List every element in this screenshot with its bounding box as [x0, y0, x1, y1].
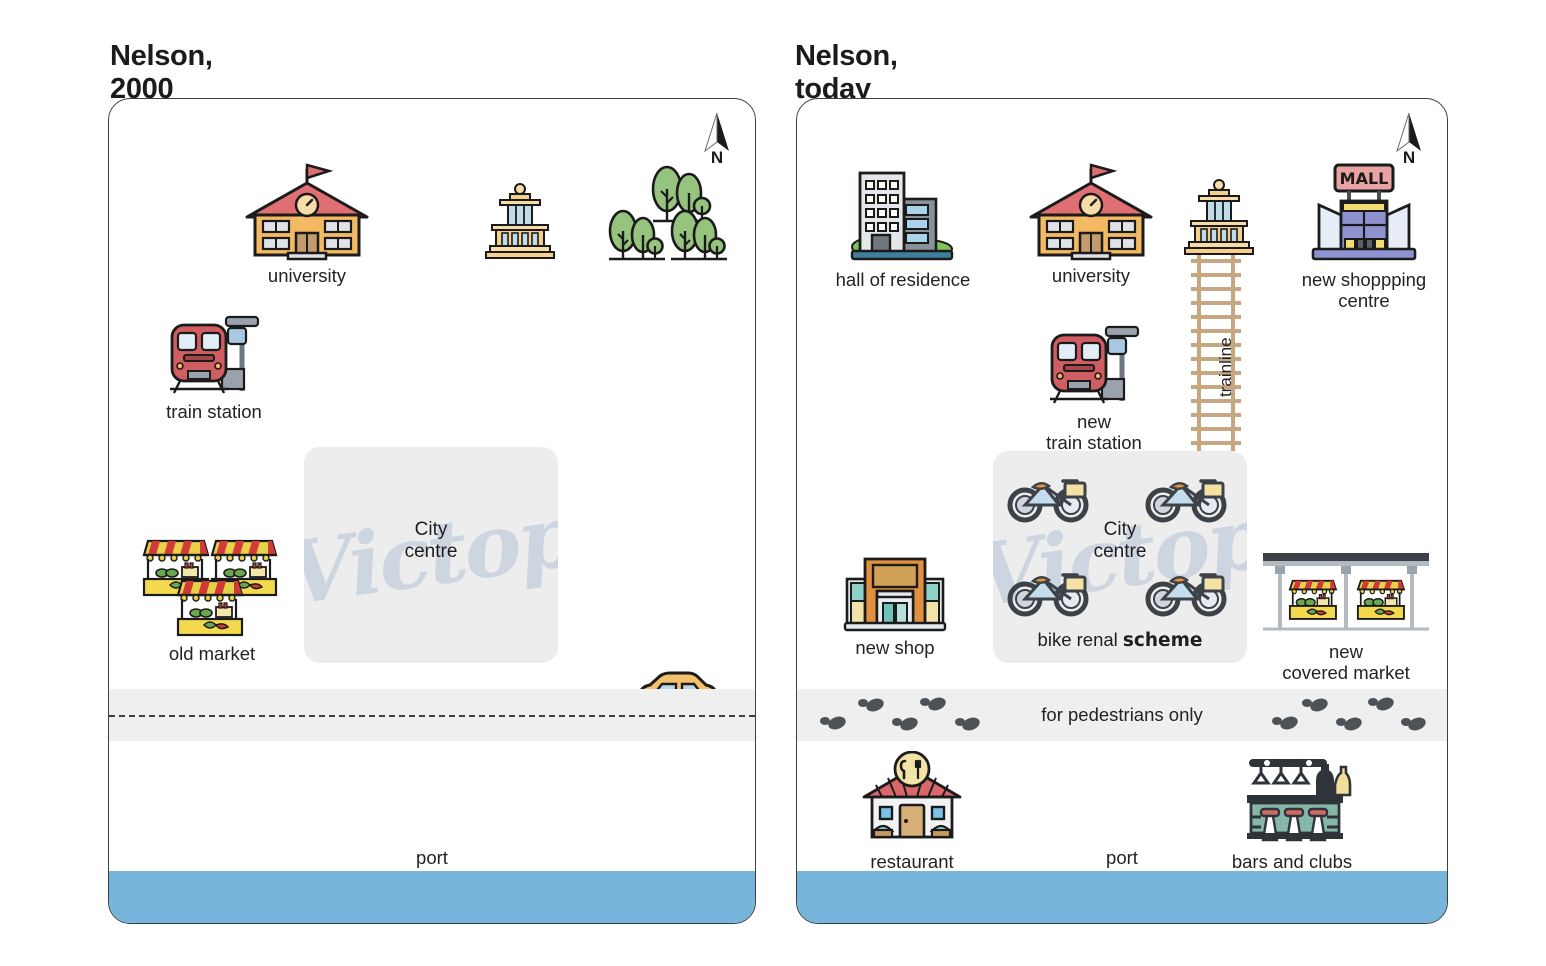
- trainline-track: trainline: [1189, 255, 1247, 451]
- feature-label: train station: [166, 401, 262, 422]
- market-stalls-icon: [142, 539, 278, 637]
- feature-train-station[interactable]: train station: [149, 311, 279, 423]
- panel-title-left: Nelson, 2000: [110, 40, 213, 105]
- city-centre-zone[interactable]: Victop City centre: [304, 447, 558, 663]
- mall-icon: MALL: [1311, 163, 1417, 261]
- feature-label: new shoppping centre: [1301, 269, 1427, 311]
- feature-university[interactable]: university: [231, 161, 383, 287]
- svg-text:MALL: MALL: [1340, 169, 1389, 188]
- water-area: [797, 871, 1447, 923]
- feature-label: hall of residence: [835, 269, 971, 290]
- classical-building-icon: [485, 183, 555, 259]
- port-label: port: [416, 847, 448, 868]
- city-centre-zone[interactable]: Victop City centre bike renal scheme: [993, 451, 1247, 663]
- map-nelson-2000: N university train station old market Vi…: [108, 98, 756, 924]
- trees-icon: [608, 165, 727, 261]
- feature-label: old market: [168, 643, 256, 664]
- feature-label: university: [267, 265, 347, 286]
- pedestrian-zone-label: for pedestrians only: [1041, 704, 1203, 725]
- feature-label: new train station: [1046, 411, 1142, 453]
- compass-north-icon: N: [1389, 111, 1429, 167]
- covered-market-icon: [1263, 553, 1429, 631]
- feature-civic-building[interactable]: [1175, 177, 1263, 262]
- road-vehicle: [109, 689, 755, 741]
- road-centre-line: [109, 715, 755, 717]
- feature-civic-building[interactable]: [475, 181, 565, 266]
- feature-label: new covered market: [1282, 641, 1410, 683]
- feature-new-shop[interactable]: new shop: [825, 549, 965, 659]
- feature-shopping-centre[interactable]: MALL new shoppping centre: [1289, 161, 1439, 311]
- university-icon: [1029, 163, 1153, 261]
- university-icon: [245, 163, 369, 261]
- city-centre-label: City centre: [1093, 519, 1147, 563]
- feature-label: new shop: [855, 637, 935, 658]
- feature-trees[interactable]: [601, 159, 741, 276]
- classical-building-icon: [1184, 179, 1254, 255]
- bike-scheme-label-bold: scheme: [1122, 630, 1203, 651]
- shop-icon: [843, 557, 947, 632]
- feature-university[interactable]: university: [1015, 161, 1167, 287]
- water-area: [109, 871, 755, 923]
- city-centre-label: City centre: [404, 519, 458, 563]
- pedestrian-zone: for pedestrians only: [797, 689, 1447, 741]
- trainline-label: trainline: [1216, 337, 1235, 397]
- feature-new-train-station[interactable]: new train station: [1029, 321, 1159, 453]
- bike-scheme-label-normal: bike renal: [1037, 629, 1123, 650]
- bicycle-icon: [1145, 561, 1229, 622]
- feature-label: bars and clubs: [1231, 851, 1353, 872]
- bike-scheme-label: bike renal scheme: [993, 629, 1247, 651]
- train-station-icon: [1050, 325, 1140, 404]
- feature-bars-and-clubs[interactable]: bars and clubs: [1197, 751, 1387, 873]
- apartment-block-icon: [850, 171, 954, 261]
- bicycle-icon: [1007, 561, 1091, 622]
- restaurant-icon: [862, 751, 962, 839]
- feature-covered-market[interactable]: new covered market: [1257, 549, 1435, 683]
- feature-hall-of-residence[interactable]: hall of residence: [815, 161, 991, 291]
- train-station-icon: [170, 315, 260, 394]
- map-nelson-today: N hall of residence university trainline…: [796, 98, 1448, 924]
- panel-title-right: Nelson, today: [795, 40, 898, 105]
- feature-label: university: [1051, 265, 1131, 286]
- bar-counter-icon: [1247, 759, 1352, 842]
- feature-old-market[interactable]: old market: [127, 519, 297, 665]
